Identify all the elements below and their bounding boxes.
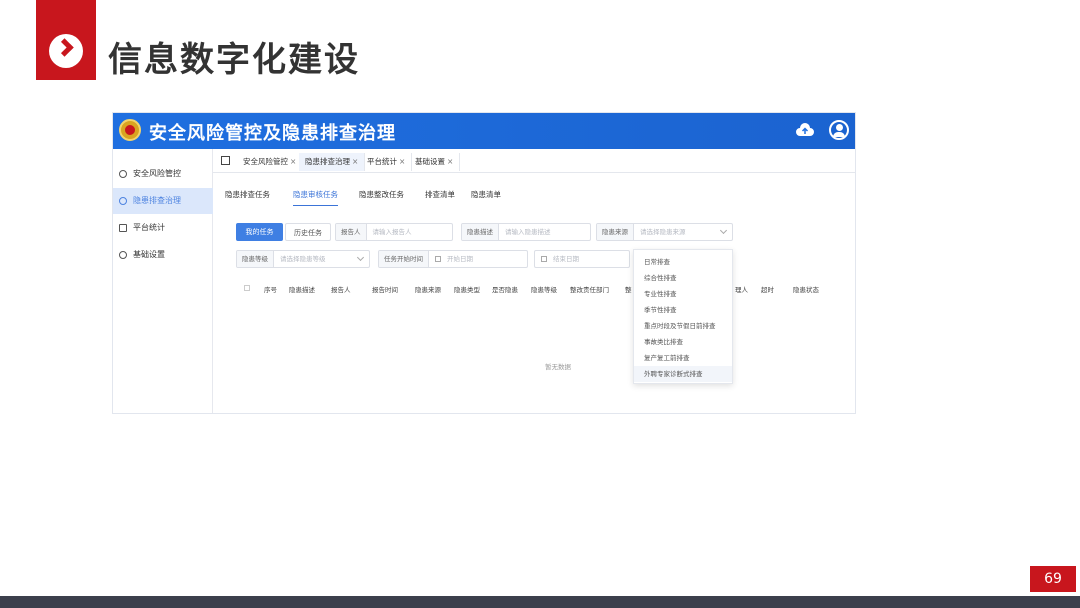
sidebar-item-label: 基础设置 (133, 250, 165, 259)
sidebar-item-label: 隐患排查治理 (133, 196, 181, 205)
close-icon[interactable]: × (399, 157, 405, 166)
reporter-input[interactable]: 请输入报告人 (367, 224, 412, 240)
column-header: 理人 (735, 286, 748, 294)
cloud-upload-icon[interactable] (795, 122, 815, 138)
title-badge (36, 0, 96, 80)
slide: 信息数字化建设 安全风险管控及隐患排查治理 安全风险管控 隐患排查治理 平台统计… (0, 0, 1080, 608)
description-field[interactable]: 隐患描述 请输入隐患描述 (461, 223, 591, 241)
tab-settings[interactable]: 基础设置 × (409, 153, 461, 171)
tab-bar: 安全风险管控 × 隐患排查治理 × 平台统计 × 基础设置 × (213, 149, 855, 173)
source-select[interactable]: 隐患来源 请选择隐患来源 (596, 223, 733, 241)
app-header: 安全风险管控及隐患排查治理 (113, 113, 855, 149)
dropdown-option[interactable]: 事故类比排查 (634, 334, 732, 350)
reporter-field[interactable]: 报告人 请输入报告人 (335, 223, 453, 241)
description-label: 隐患描述 (462, 224, 499, 240)
subtab-rectification-tasks[interactable]: 隐患整改任务 (359, 189, 404, 200)
empty-state-text: 暂无数据 (545, 363, 571, 371)
start-date-input[interactable]: 开始日期 (441, 251, 473, 267)
start-time-label: 任务开始时间 (379, 251, 429, 267)
dropdown-option[interactable]: 复产复工前排查 (634, 350, 732, 366)
slide-title: 信息数字化建设 (108, 40, 360, 80)
source-label: 隐患来源 (597, 224, 634, 240)
source-select-value[interactable]: 请选择隐患来源 (634, 224, 686, 240)
end-date-field[interactable]: 结束日期 (534, 250, 630, 268)
emblem-icon (119, 119, 141, 141)
dropdown-option[interactable]: 季节性排查 (634, 302, 732, 318)
subtab-inspection-list[interactable]: 排查清单 (425, 189, 455, 200)
column-header: 隐患状态 (793, 286, 819, 294)
column-header: 隐患等级 (531, 286, 557, 294)
close-icon[interactable]: × (352, 157, 358, 166)
sidebar-item-hazard-inspection[interactable]: 隐患排查治理 (113, 188, 213, 214)
sidebar-item-label: 平台统计 (133, 223, 165, 232)
column-header: 整改责任部门 (570, 286, 609, 294)
dropdown-option[interactable]: 外聘专家诊断式排查 (634, 366, 732, 382)
sidebar-item-risk-control[interactable]: 安全风险管控 (113, 161, 213, 187)
description-input[interactable]: 请输入隐患描述 (499, 224, 551, 240)
column-header: 隐患来源 (415, 286, 441, 294)
start-time-field[interactable]: 任务开始时间 开始日期 (378, 250, 528, 268)
subtab-hazard-list[interactable]: 隐患清单 (471, 189, 501, 200)
sidebar-item-label: 安全风险管控 (133, 169, 181, 178)
subtab-inspection-tasks[interactable]: 隐患排查任务 (225, 189, 270, 200)
tab-hazard-inspection[interactable]: 隐患排查治理 × (299, 153, 366, 171)
database-icon (119, 170, 127, 178)
monitor-icon (119, 224, 127, 232)
sidebar-item-statistics[interactable]: 平台统计 (113, 215, 213, 241)
dropdown-option[interactable]: 综合性排查 (634, 270, 732, 286)
gear-icon (119, 251, 127, 259)
page-number: 69 (1030, 566, 1076, 592)
tab-label: 平台统计 (367, 157, 397, 166)
column-header: 隐患描述 (289, 286, 315, 294)
menu-toggle-icon[interactable] (221, 156, 230, 165)
source-dropdown: 日常排查 综合性排查 专业性排查 季节性排查 重点时段及节假日前排查 事故类比排… (633, 249, 733, 384)
close-icon[interactable]: × (447, 157, 453, 166)
end-date-input[interactable]: 结束日期 (547, 251, 579, 267)
footer-bar (0, 596, 1080, 608)
history-tasks-button[interactable]: 历史任务 (285, 223, 331, 241)
dropdown-option[interactable]: 重点时段及节假日前排查 (634, 318, 732, 334)
app-screenshot: 安全风险管控及隐患排查治理 安全风险管控 隐患排查治理 平台统计 基础设置 安全… (112, 112, 856, 414)
chevron-right-icon (49, 34, 83, 68)
column-header: 报告人 (331, 286, 351, 294)
dropdown-option[interactable]: 专业性排查 (634, 286, 732, 302)
level-label: 隐患等级 (237, 251, 274, 267)
tab-statistics[interactable]: 平台统计 × (361, 153, 413, 171)
column-header: 是否隐患 (492, 286, 518, 294)
column-header: 隐患类型 (454, 286, 480, 294)
dropdown-option[interactable]: 日常排查 (634, 254, 732, 270)
my-tasks-button[interactable]: 我的任务 (236, 223, 283, 241)
level-select-value[interactable]: 请选择隐患等级 (274, 251, 326, 267)
subtab-bar: 隐患排查任务 隐患审核任务 隐患整改任务 排查清单 隐患清单 (213, 173, 855, 209)
app-title: 安全风险管控及隐患排查治理 (149, 123, 396, 144)
select-all-checkbox[interactable] (244, 285, 250, 291)
close-icon[interactable]: × (290, 157, 296, 166)
tab-label: 安全风险管控 (243, 157, 288, 166)
chevron-down-icon (356, 253, 365, 262)
user-icon[interactable] (829, 120, 849, 140)
sidebar: 安全风险管控 隐患排查治理 平台统计 基础设置 (113, 149, 213, 413)
tab-label: 隐患排查治理 (305, 157, 350, 166)
tab-label: 基础设置 (415, 157, 445, 166)
chevron-down-icon (719, 226, 728, 235)
tab-risk-control[interactable]: 安全风险管控 × (237, 153, 304, 171)
level-select[interactable]: 隐患等级 请选择隐患等级 (236, 250, 370, 268)
reporter-label: 报告人 (336, 224, 367, 240)
table-header: 序号 隐患描述 报告人 报告时间 隐患来源 隐患类型 是否隐患 隐患等级 整改责… (236, 281, 836, 295)
column-header: 报告时间 (372, 286, 398, 294)
column-header: 序号 (264, 286, 277, 294)
subtab-review-tasks[interactable]: 隐患审核任务 (293, 189, 338, 206)
column-header: 整 (625, 286, 632, 294)
sidebar-item-settings[interactable]: 基础设置 (113, 242, 213, 268)
column-header: 超时 (761, 286, 774, 294)
search-icon (119, 197, 127, 205)
